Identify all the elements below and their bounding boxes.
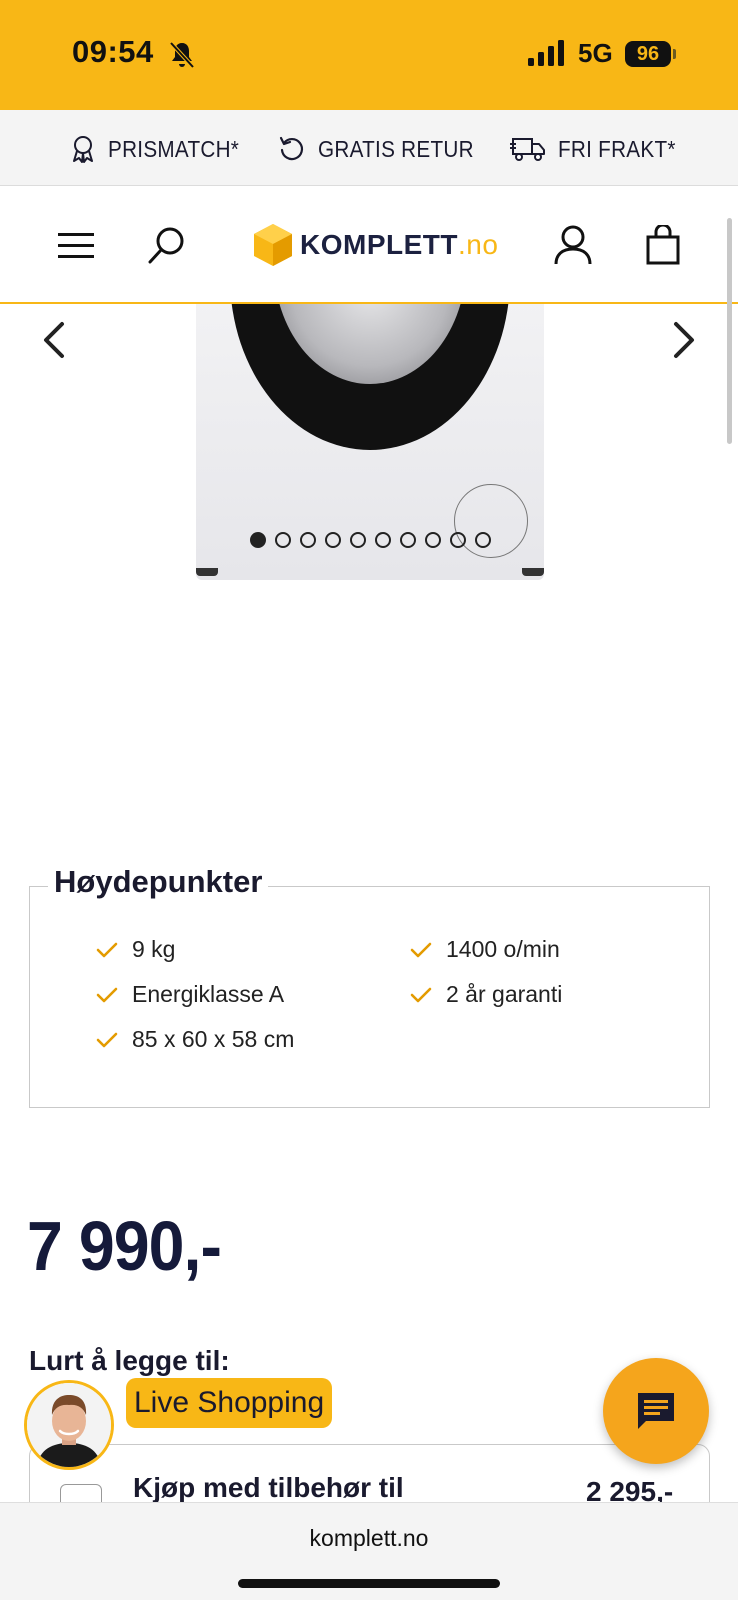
award-icon bbox=[73, 136, 93, 163]
komplett-logo-icon bbox=[254, 224, 292, 266]
browser-address-bar[interactable]: komplett.no bbox=[0, 1502, 738, 1600]
highlight-item: 1400 o/min bbox=[410, 936, 560, 963]
network-type: 5G bbox=[578, 38, 613, 68]
check-icon bbox=[410, 987, 432, 1002]
site-header: KOMPLETT.no bbox=[0, 186, 738, 304]
bell-muted-icon bbox=[169, 41, 195, 69]
chevron-left-icon[interactable] bbox=[34, 318, 74, 362]
search-button[interactable] bbox=[142, 220, 192, 270]
usp-bar: PRISMATCH* GRATIS RETUR FRI FRAKT* bbox=[0, 110, 738, 186]
cart-icon bbox=[646, 225, 680, 265]
live-shopping-avatar[interactable] bbox=[24, 1380, 114, 1470]
battery-icon: 96 bbox=[625, 41, 671, 67]
return-icon bbox=[279, 136, 304, 161]
truck-icon bbox=[510, 138, 545, 161]
url-text[interactable]: komplett.no bbox=[0, 1525, 738, 1552]
check-icon bbox=[410, 942, 432, 957]
gallery-pagination bbox=[250, 532, 491, 548]
check-icon bbox=[96, 942, 118, 957]
highlights-title: Høydepunkter bbox=[48, 864, 269, 900]
komplett-logo[interactable]: KOMPLETT.no bbox=[252, 222, 498, 268]
check-icon bbox=[96, 987, 118, 1002]
account-button[interactable] bbox=[548, 218, 598, 272]
usp-label: PRISMATCH* bbox=[108, 135, 240, 162]
menu-icon bbox=[58, 233, 94, 258]
washer-foot bbox=[522, 568, 544, 576]
usp-gratis-retur[interactable]: GRATIS RETUR bbox=[278, 134, 491, 164]
gallery-dot[interactable] bbox=[450, 532, 466, 548]
gallery-dot[interactable] bbox=[475, 532, 491, 548]
highlight-item: 9 kg bbox=[96, 936, 175, 963]
status-bar: 09:54 5G 96 bbox=[0, 0, 738, 110]
addon-label: Kjøp med tilbehør til bbox=[133, 1472, 404, 1503]
search-icon bbox=[148, 227, 184, 264]
addon-section-title: Lurt å legge til: bbox=[29, 1345, 230, 1376]
gallery-dot[interactable] bbox=[275, 532, 291, 548]
gallery-dot[interactable] bbox=[300, 532, 316, 548]
host-avatar-image bbox=[27, 1383, 111, 1467]
battery-tip bbox=[673, 49, 676, 59]
highlight-item: Energiklasse A bbox=[96, 981, 284, 1008]
product-gallery[interactable] bbox=[0, 304, 738, 604]
usp-label: FRI FRAKT* bbox=[558, 135, 676, 162]
cart-button[interactable] bbox=[638, 218, 688, 272]
gallery-dot[interactable] bbox=[400, 532, 416, 548]
gallery-dot[interactable] bbox=[375, 532, 391, 548]
signal-icon bbox=[528, 40, 564, 66]
washer-foot bbox=[196, 568, 218, 576]
product-price: 7 990,- bbox=[27, 1207, 222, 1285]
chat-icon bbox=[638, 1393, 674, 1429]
gallery-dot[interactable] bbox=[350, 532, 366, 548]
highlight-item: 2 år garanti bbox=[410, 981, 562, 1008]
usp-prismatch[interactable]: PRISMATCH* bbox=[70, 134, 254, 164]
gallery-dot[interactable] bbox=[250, 532, 266, 548]
logo-text: KOMPLETT.no bbox=[300, 229, 499, 260]
status-time: 09:54 bbox=[72, 34, 154, 69]
gallery-dot[interactable] bbox=[325, 532, 341, 548]
home-indicator[interactable] bbox=[238, 1579, 500, 1588]
highlight-item: 85 x 60 x 58 cm bbox=[96, 1026, 294, 1053]
live-shopping-label[interactable]: Live Shopping bbox=[126, 1378, 333, 1428]
menu-button[interactable] bbox=[52, 222, 100, 270]
account-icon bbox=[554, 225, 592, 265]
usp-label: GRATIS RETUR bbox=[318, 135, 474, 162]
check-icon bbox=[96, 1032, 118, 1047]
usp-fri-frakt[interactable]: FRI FRAKT* bbox=[510, 134, 689, 164]
gallery-dot[interactable] bbox=[425, 532, 441, 548]
chat-button[interactable] bbox=[603, 1358, 709, 1464]
chevron-right-icon[interactable] bbox=[664, 318, 704, 362]
